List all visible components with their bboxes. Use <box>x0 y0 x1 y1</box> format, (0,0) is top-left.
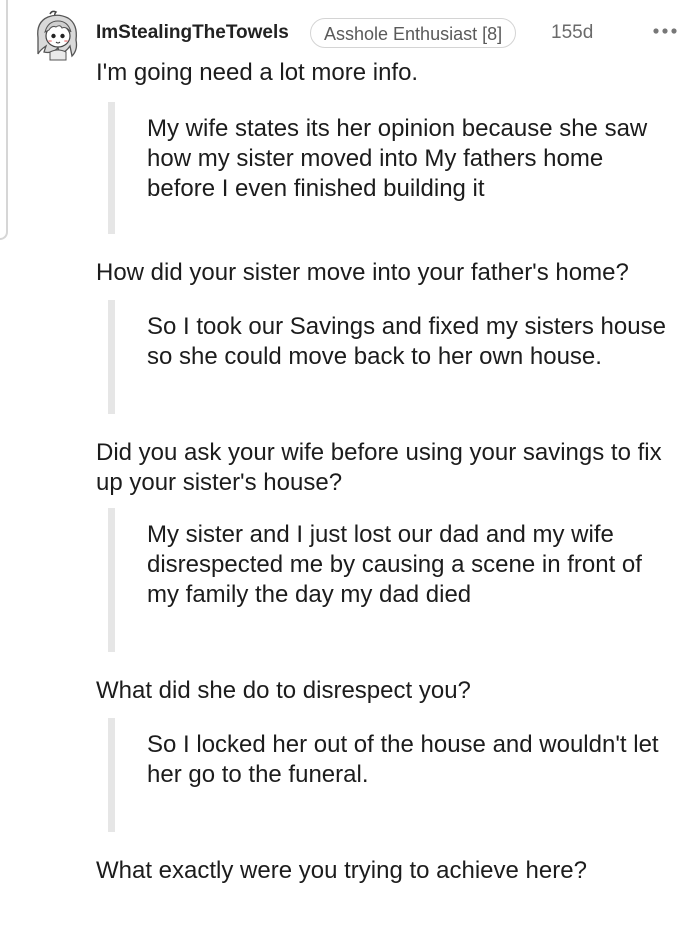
blockquote: My wife states its her opinion because s… <box>108 102 668 234</box>
more-options-button[interactable] <box>650 18 680 44</box>
comment-body: I'm going need a lot more info. My wife … <box>96 58 668 886</box>
thread-line[interactable] <box>0 0 8 240</box>
blockquote: So I locked her out of the house and wou… <box>108 718 668 832</box>
avatar[interactable] <box>30 8 84 62</box>
comment-paragraph: How did your sister move into your fathe… <box>96 259 629 286</box>
comment-age: 155d <box>551 22 594 43</box>
comment-paragraph: Did you ask your wife before using your … <box>96 439 662 496</box>
comment-header: ImStealingTheTowels Asshole Enthusiast [… <box>30 8 680 62</box>
username-link[interactable]: ImStealingTheTowels <box>96 22 289 44</box>
more-options-icon <box>653 28 677 34</box>
blockquote: So I took our Savings and fixed my siste… <box>108 300 668 414</box>
comment-paragraph: What exactly were you trying to achieve … <box>96 857 587 884</box>
comment-paragraph: What did she do to disrespect you? <box>96 677 471 704</box>
quote-text: So I locked her out of the house and wou… <box>147 731 659 788</box>
snoo-avatar-icon <box>37 10 78 61</box>
quote-text: So I took our Savings and fixed my siste… <box>147 313 666 370</box>
blockquote: My sister and I just lost our dad and my… <box>108 508 668 652</box>
quote-text: My wife states its her opinion because s… <box>147 115 648 202</box>
comment-paragraph: I'm going need a lot more info. <box>96 59 419 86</box>
user-flair-badge: Asshole Enthusiast [8] <box>310 18 517 48</box>
quote-text: My sister and I just lost our dad and my… <box>147 521 642 608</box>
